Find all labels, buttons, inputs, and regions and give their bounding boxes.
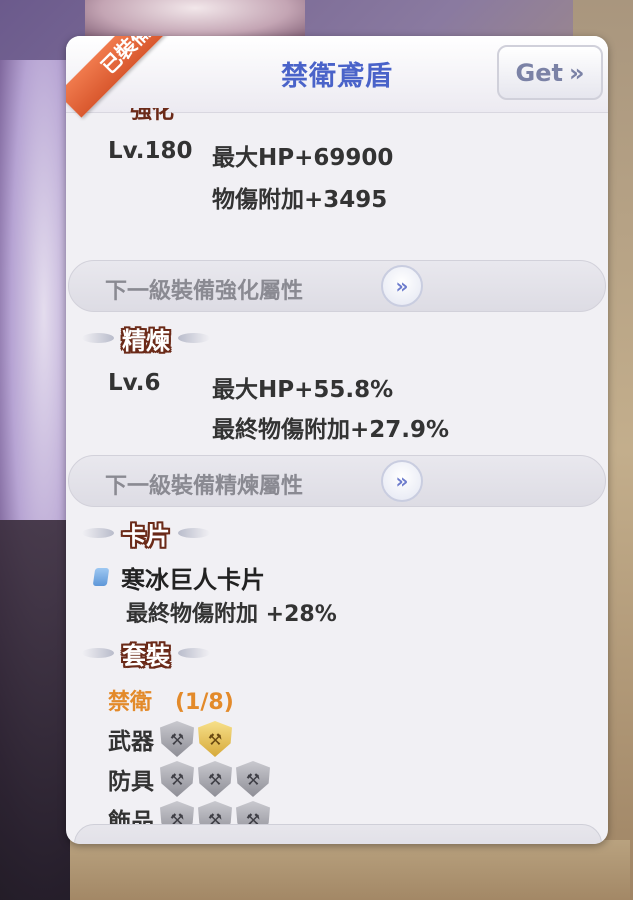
set-piece-icon[interactable]: ⚒: [198, 761, 232, 797]
equipped-ribbon: 已裝備: [66, 36, 195, 118]
equipment-detail-panel: 禁衛鳶盾 Get » 已裝備 強化 Lv.180 最大HP+69900 物傷附加…: [66, 36, 608, 844]
enhance-stat-phys: 物傷附加+3495: [212, 187, 388, 213]
background-character-shadow: [0, 520, 75, 900]
enhance-heading: 強化: [130, 108, 175, 122]
wing-right-icon: [178, 648, 210, 658]
next-enhance-button[interactable]: 下一級裝備強化屬性 »: [68, 260, 606, 312]
get-button-label: Get: [515, 58, 563, 87]
panel-content: 強化 Lv.180 最大HP+69900 物傷附加+3495 下一級裝備強化屬性…: [66, 108, 608, 844]
set-row-armor: 防具 ⚒ ⚒ ⚒: [108, 761, 270, 797]
set-name-label: 禁衛: [108, 690, 153, 715]
set-piece-icon[interactable]: ⚒: [160, 761, 194, 797]
refine-level: Lv.6: [108, 370, 161, 396]
refine-heading: 精煉: [122, 326, 170, 355]
get-button[interactable]: Get »: [497, 45, 603, 100]
bottom-action-button-partial[interactable]: [74, 824, 602, 844]
double-chevron-right-icon: »: [568, 58, 585, 87]
card-heading: 卡片: [122, 521, 170, 550]
set-piece-icon[interactable]: ⚒: [160, 721, 194, 757]
card-icon: [92, 568, 110, 586]
refine-stat-final-phys: 最終物傷附加+27.9%: [212, 417, 450, 443]
set-progress: (1/8): [175, 690, 234, 715]
enhance-level: Lv.180: [108, 138, 193, 164]
card-effect: 最終物傷附加 +28%: [126, 602, 337, 627]
refine-section-header: 精煉: [82, 321, 210, 355]
refine-stat-hp: 最大HP+55.8%: [212, 377, 394, 403]
set-row-weapon: 武器 ⚒ ⚒: [108, 721, 232, 757]
double-chevron-right-icon[interactable]: »: [381, 265, 423, 307]
wing-right-icon: [178, 528, 210, 538]
set-piece-icon[interactable]: ⚒: [236, 761, 270, 797]
next-enhance-label: 下一級裝備強化屬性: [105, 279, 304, 304]
set-name: 禁衛 (1/8): [108, 684, 234, 716]
set-heading: 套裝: [122, 641, 170, 670]
card-section-header: 卡片: [82, 516, 210, 550]
set-row-label: 防具: [108, 769, 154, 795]
card-name: 寒冰巨人卡片: [121, 566, 265, 594]
next-refine-label: 下一級裝備精煉屬性: [105, 474, 304, 499]
enhance-stat-hp: 最大HP+69900: [212, 145, 394, 171]
background-scene-bottom: [70, 840, 630, 900]
wing-left-icon: [82, 648, 114, 658]
double-chevron-right-icon[interactable]: »: [381, 460, 423, 502]
wing-left-icon: [82, 333, 114, 343]
set-row-label: 武器: [108, 729, 154, 755]
wing-left-icon: [82, 528, 114, 538]
wing-right-icon: [178, 333, 210, 343]
set-section-header: 套裝: [82, 636, 210, 670]
background-scene-top: [85, 0, 305, 40]
set-piece-owned-icon[interactable]: ⚒: [198, 721, 232, 757]
next-refine-button[interactable]: 下一級裝備精煉屬性 »: [68, 455, 606, 507]
